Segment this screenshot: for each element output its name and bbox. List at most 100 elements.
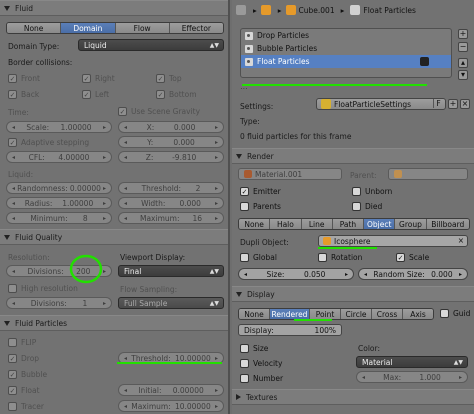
render-type-object[interactable]: Object: [364, 219, 396, 229]
died-checkbox[interactable]: Died: [352, 202, 382, 211]
time-scale-field[interactable]: ◂ Scale: 1.00000 ▸: [6, 121, 112, 133]
flow-sampling-select[interactable]: Full Sample ▲▼: [118, 297, 224, 309]
unborn-checkbox[interactable]: Unborn: [352, 187, 392, 196]
list-item[interactable]: Bubble Particles: [241, 42, 451, 55]
radius-field[interactable]: ◂ Radius: 1.00000 ▸: [6, 197, 112, 209]
display-mode-cross[interactable]: Cross: [372, 309, 403, 319]
gravity-y-field[interactable]: ◂ Y: 0.000 ▸: [118, 136, 224, 148]
move-up-button[interactable]: ▴: [458, 58, 468, 68]
size-checkbox[interactable]: Size: [240, 344, 268, 353]
float-checkbox[interactable]: ✓ Float: [8, 386, 40, 395]
domain-type-label: Domain Type:: [8, 42, 60, 51]
fluid-particles-header[interactable]: Fluid Particles: [0, 315, 228, 331]
tab-effector[interactable]: Effector: [169, 23, 223, 33]
settings-datablock[interactable]: FloatParticleSettings F: [316, 98, 446, 110]
color-max-field[interactable]: ◂ Max: 1.000 ▸: [356, 371, 468, 383]
domain-type-select[interactable]: Liquid ▲▼: [78, 39, 224, 51]
breadcrumb-particle-system[interactable]: Float Particles: [363, 6, 416, 15]
drop-threshold-field[interactable]: ◂ Threshold: 10.00000 ▸: [118, 352, 224, 364]
list-item-selected[interactable]: Float Particles: [241, 55, 451, 68]
particles-icon: [245, 57, 253, 66]
maximum-field[interactable]: ◂ Maximum: 16 ▸: [118, 212, 224, 224]
border-top-checkbox[interactable]: ✓ Top: [156, 74, 182, 83]
resolution-divisions-field[interactable]: ◂ Divisions: 200 ▸: [6, 265, 112, 277]
minimum-field[interactable]: ◂ Minimum: 8 ▸: [6, 212, 112, 224]
add-button[interactable]: +: [458, 29, 468, 39]
render-header[interactable]: Render: [232, 148, 474, 164]
number-checkbox[interactable]: Number: [240, 374, 283, 383]
size-field[interactable]: ◂ Size: 0.050 ▸: [238, 268, 354, 280]
adaptive-stepping-checkbox[interactable]: ✓ Adaptive stepping: [8, 138, 89, 147]
render-toggle-icon[interactable]: [420, 57, 429, 66]
unlink-settings-button[interactable]: ×: [460, 99, 470, 109]
guide-checkbox[interactable]: Guid: [440, 309, 470, 318]
remove-button[interactable]: −: [458, 42, 468, 52]
gravity-x-field[interactable]: ◂ X: 0.000 ▸: [118, 121, 224, 133]
list-resize-handle[interactable]: ⋯: [240, 84, 248, 93]
parent-field[interactable]: [388, 168, 468, 180]
tracer-checkbox[interactable]: Tracer: [8, 402, 44, 411]
rotation-checkbox[interactable]: Rotation: [318, 253, 362, 262]
dupli-object-field[interactable]: Icosphere ×: [318, 235, 468, 247]
display-mode-none[interactable]: None: [239, 309, 270, 319]
arrow-right-icon: ▸: [102, 267, 106, 275]
high-res-divisions-field[interactable]: ◂ Divisions: 1 ▸: [6, 297, 112, 309]
parents-checkbox[interactable]: Parents: [240, 202, 281, 211]
fluid-quality-header[interactable]: Fluid Quality: [0, 229, 228, 245]
color-select[interactable]: Material ▲▼: [356, 356, 468, 368]
liquid-threshold-field[interactable]: ◂ Threshold: 2 ▸: [118, 182, 224, 194]
textures-header[interactable]: Textures: [232, 389, 474, 405]
checkbox-icon: ✓: [8, 138, 17, 147]
width-field[interactable]: ◂ Width: 0.000 ▸: [118, 197, 224, 209]
cfl-field[interactable]: ◂ CFL: 4.00000 ▸: [6, 151, 112, 163]
checkbox-icon: [352, 187, 361, 196]
bubble-checkbox[interactable]: ✓ Bubble: [8, 370, 47, 379]
display-mode-circle[interactable]: Circle: [341, 309, 372, 319]
high-resolution-checkbox[interactable]: High resolution: [8, 284, 78, 293]
clear-icon[interactable]: ×: [458, 236, 464, 245]
display-percentage-field[interactable]: Display: 100%: [238, 324, 342, 336]
viewport-display-select[interactable]: Final ▲▼: [118, 265, 224, 277]
arrow-right-icon: ▸: [214, 184, 218, 192]
border-right-checkbox[interactable]: ✓ Right: [82, 74, 115, 83]
display-mode-rendered[interactable]: Rendered: [270, 309, 310, 319]
border-back-checkbox[interactable]: ✓ Back: [8, 90, 39, 99]
render-type-path[interactable]: Path: [332, 219, 365, 229]
velocity-checkbox[interactable]: Velocity: [240, 359, 282, 368]
drop-checkbox[interactable]: ✓ Drop: [8, 354, 39, 363]
render-type-group[interactable]: Group: [395, 219, 427, 229]
initial-field[interactable]: ◂ Initial: 0.00000 ▸: [118, 384, 224, 396]
random-size-field[interactable]: ◂ Random Size: 0.000 ▸: [358, 268, 468, 280]
scale-checkbox[interactable]: ✓ Scale: [396, 253, 429, 262]
render-type-line[interactable]: Line: [301, 219, 333, 229]
render-type-none[interactable]: None: [239, 219, 271, 229]
display-header[interactable]: Display: [232, 286, 474, 302]
flip-checkbox[interactable]: FLIP: [8, 338, 36, 347]
render-type-billboard[interactable]: Billboard: [426, 219, 469, 229]
border-bottom-checkbox[interactable]: ✓ Bottom: [156, 90, 197, 99]
border-front-checkbox[interactable]: ✓ Front: [8, 74, 40, 83]
list-item[interactable]: Drop Particles: [241, 29, 451, 42]
new-settings-button[interactable]: +: [448, 99, 458, 109]
fake-user-button[interactable]: F: [433, 99, 443, 108]
display-mode-axis[interactable]: Axis: [403, 309, 433, 319]
emitter-checkbox[interactable]: ✓ Emitter: [240, 187, 281, 196]
use-scene-gravity-checkbox[interactable]: ✓ Use Scene Gravity: [118, 107, 200, 116]
material-field[interactable]: Material.001: [238, 168, 342, 180]
pin-icon[interactable]: [236, 5, 246, 15]
gravity-z-field[interactable]: ◂ Z: -9.810 ▸: [118, 151, 224, 163]
randomness-field[interactable]: ◂ Randomness: 0.00000 ▸: [6, 182, 112, 194]
tab-flow[interactable]: Flow: [115, 23, 170, 33]
fluid-panel-header[interactable]: Fluid: [0, 0, 228, 16]
tab-domain[interactable]: Domain: [61, 23, 116, 33]
render-type-halo[interactable]: Halo: [270, 219, 302, 229]
particles-maximum-field[interactable]: ◂ Maximum: 10.00000 ▸: [118, 400, 224, 412]
settings-browse-icon[interactable]: [321, 99, 331, 109]
breadcrumb-object[interactable]: Cube.001: [299, 6, 335, 15]
display-mode-point[interactable]: Point: [310, 309, 341, 319]
move-down-button[interactable]: ▾: [458, 70, 468, 80]
border-left-checkbox[interactable]: ✓ Left: [82, 90, 109, 99]
global-checkbox[interactable]: Global: [240, 253, 277, 262]
border-collisions-label: Border collisions:: [8, 58, 73, 67]
tab-none[interactable]: None: [7, 23, 62, 33]
